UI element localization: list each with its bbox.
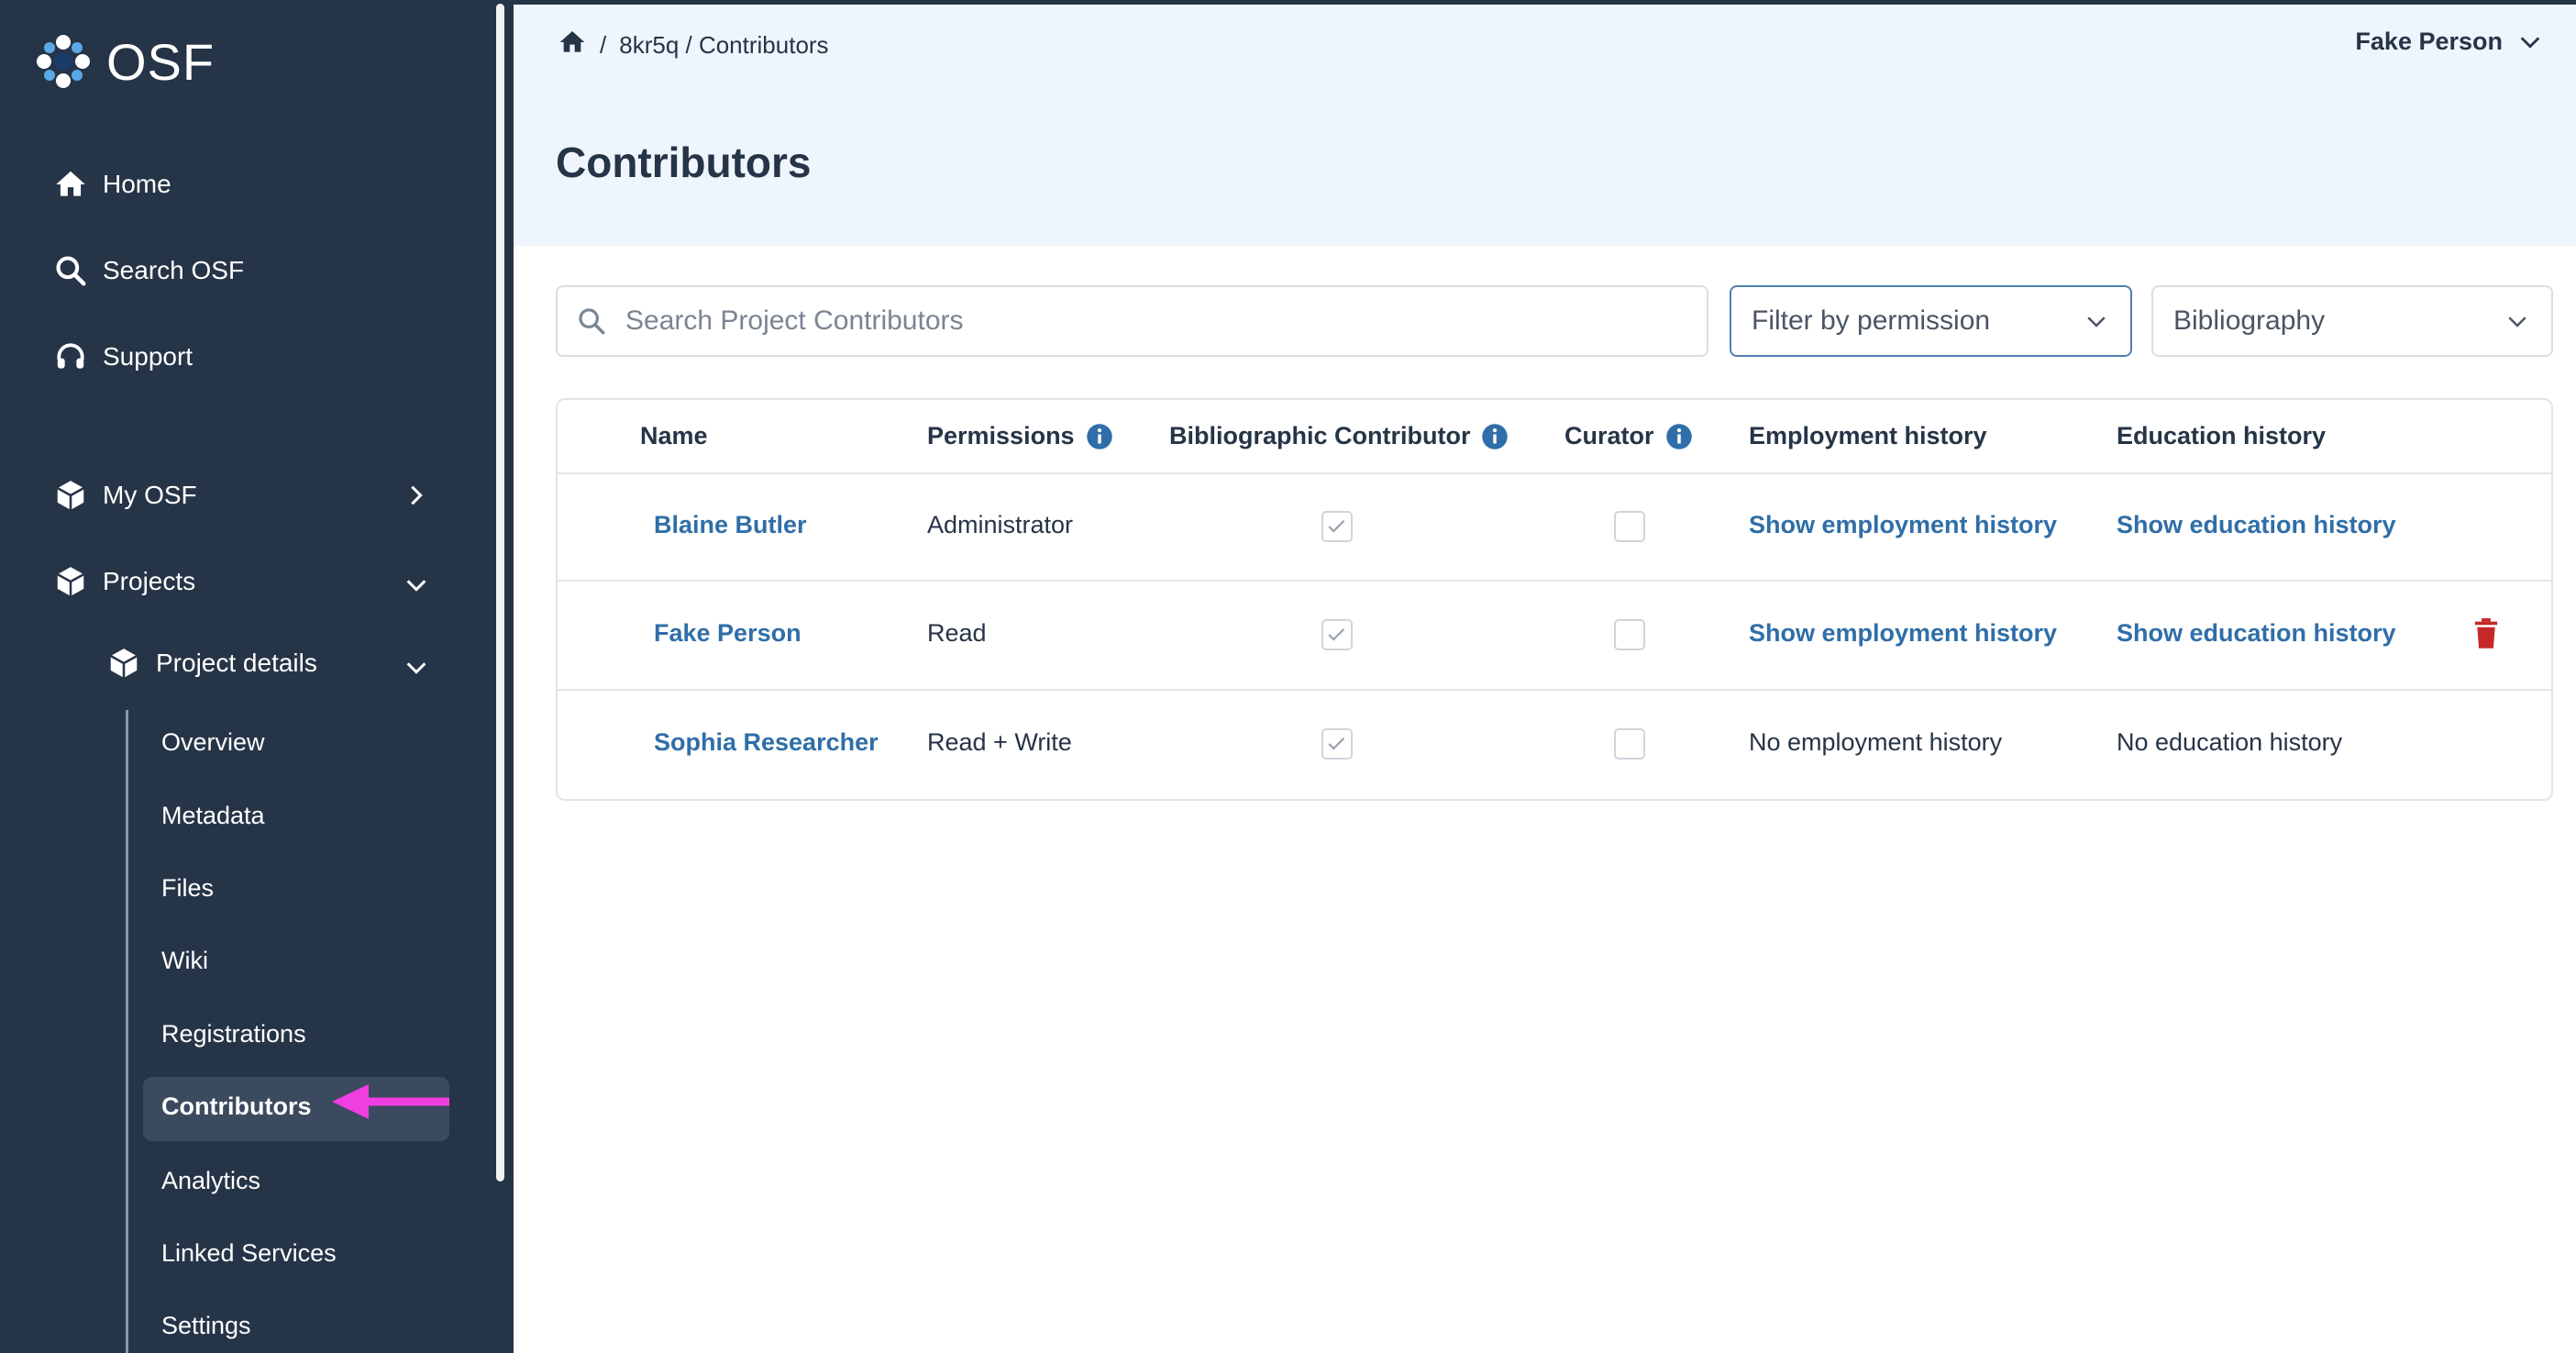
sidebar-item-project-details[interactable]: Project details — [105, 644, 317, 682]
filter-by-permission-dropdown[interactable]: Filter by permission — [1730, 285, 2132, 357]
show-employment-history-link[interactable]: Show employment history — [1749, 511, 2057, 539]
user-menu[interactable]: Fake Person — [2355, 28, 2543, 56]
chevron-down-icon — [2520, 36, 2540, 49]
sidebar-subitem-analytics[interactable]: Analytics — [161, 1167, 260, 1195]
tree-guide-line — [126, 710, 128, 1353]
info-icon[interactable] — [1086, 423, 1113, 450]
curator-checkbox[interactable] — [1614, 511, 1645, 542]
employment-history-text: No employment history — [1749, 728, 2003, 756]
dropdown-label: Filter by permission — [1752, 305, 1991, 336]
sidebar-item-home[interactable]: Home — [51, 165, 171, 204]
sidebar-item-my-osf[interactable]: My OSF — [51, 476, 197, 515]
breadcrumb: / 8kr5q / Contributors — [558, 28, 829, 63]
home-icon — [51, 165, 90, 204]
annotation-arrow-icon — [332, 1084, 449, 1119]
curator-checkbox[interactable] — [1614, 728, 1645, 760]
search-contributors-box[interactable] — [556, 285, 1708, 357]
row-divider — [558, 689, 2551, 691]
chevron-down-icon[interactable] — [404, 655, 429, 681]
trash-icon[interactable] — [2472, 618, 2500, 649]
sidebar-subitem-files[interactable]: Files — [161, 874, 214, 903]
cube-icon — [51, 562, 90, 601]
show-education-history-link[interactable]: Show education history — [2117, 511, 2396, 539]
sidebar-subitem-registrations[interactable]: Registrations — [161, 1020, 306, 1048]
bibliographic-checkbox[interactable] — [1321, 511, 1353, 542]
checkmark-icon — [1328, 737, 1345, 750]
column-header-name[interactable]: Name — [640, 422, 708, 450]
show-education-history-link[interactable]: Show education history — [2117, 619, 2396, 648]
curator-checkbox[interactable] — [1614, 619, 1645, 650]
contributor-permission: Read — [927, 619, 987, 647]
chevron-down-icon[interactable] — [404, 572, 429, 598]
sidebar-subitem-linked-services[interactable]: Linked Services — [161, 1239, 337, 1268]
headset-icon — [51, 338, 90, 376]
info-icon[interactable] — [1665, 423, 1693, 450]
breadcrumb-separator: / — [600, 31, 607, 59]
checkmark-icon — [1328, 519, 1345, 533]
cube-icon — [51, 476, 90, 515]
row-divider — [558, 580, 2551, 582]
chevron-down-icon — [2087, 316, 2106, 327]
sidebar-item-search[interactable]: Search OSF — [51, 251, 244, 290]
user-name: Fake Person — [2355, 28, 2503, 55]
sidebar-subitem-wiki[interactable]: Wiki — [161, 947, 208, 975]
sidebar-subitem-metadata[interactable]: Metadata — [161, 802, 265, 830]
dropdown-label: Bibliography — [2173, 305, 2326, 336]
sidebar-scrollbar[interactable] — [493, 0, 514, 1353]
breadcrumb-path[interactable]: 8kr5q / Contributors — [619, 31, 828, 60]
column-header-bibliographic[interactable]: Bibliographic Contributor — [1169, 422, 1509, 450]
contributor-name-link[interactable]: Fake Person — [654, 619, 802, 648]
search-input[interactable] — [624, 305, 1636, 338]
contributor-name-link[interactable]: Blaine Butler — [654, 511, 807, 539]
bibliographic-checkbox[interactable] — [1321, 728, 1353, 760]
contributor-permission: Administrator — [927, 511, 1074, 538]
info-icon[interactable] — [1481, 423, 1509, 450]
scrollbar-thumb[interactable] — [496, 4, 504, 1181]
sidebar-subitem-contributors[interactable]: Contributors — [161, 1092, 311, 1121]
sidebar: OSF Home Search OSF Support My OSF Proje… — [0, 0, 496, 1353]
bibliography-sort-dropdown[interactable]: Bibliography — [2151, 285, 2553, 357]
sidebar-item-label: Projects — [103, 567, 196, 595]
home-icon[interactable] — [558, 28, 587, 63]
page-title: Contributors — [556, 139, 812, 186]
chevron-down-icon — [2508, 316, 2526, 327]
sidebar-item-label: Support — [103, 342, 193, 371]
chevron-right-icon[interactable] — [404, 482, 429, 508]
column-header-permissions[interactable]: Permissions — [927, 422, 1113, 450]
osf-logo[interactable]: OSF — [33, 31, 215, 92]
sidebar-item-label: My OSF — [103, 481, 197, 509]
column-header-employment: Employment history — [1749, 422, 1987, 449]
sidebar-item-label: Home — [103, 170, 171, 198]
search-icon — [51, 251, 90, 290]
checkmark-icon — [1328, 627, 1345, 641]
contributor-name-link[interactable]: Sophia Researcher — [654, 728, 879, 757]
column-header-education: Education history — [2117, 422, 2327, 449]
sidebar-item-label: Search OSF — [103, 256, 245, 284]
osf-logo-icon — [37, 35, 90, 88]
cube-icon — [105, 644, 143, 682]
sidebar-subitem-overview[interactable]: Overview — [161, 728, 265, 757]
show-employment-history-link[interactable]: Show employment history — [1749, 619, 2057, 648]
sidebar-item-support[interactable]: Support — [51, 338, 193, 376]
column-header-curator[interactable]: Curator — [1564, 422, 1693, 450]
logo-text: OSF — [106, 32, 216, 91]
row-divider — [558, 472, 2551, 474]
sidebar-subitem-settings[interactable]: Settings — [161, 1312, 251, 1340]
education-history-text: No education history — [2117, 728, 2343, 756]
bibliographic-checkbox[interactable] — [1321, 619, 1353, 650]
contributor-permission: Read + Write — [927, 728, 1072, 756]
sidebar-item-label: Project details — [156, 649, 317, 677]
search-icon — [579, 308, 605, 335]
sidebar-item-projects[interactable]: Projects — [51, 562, 195, 601]
